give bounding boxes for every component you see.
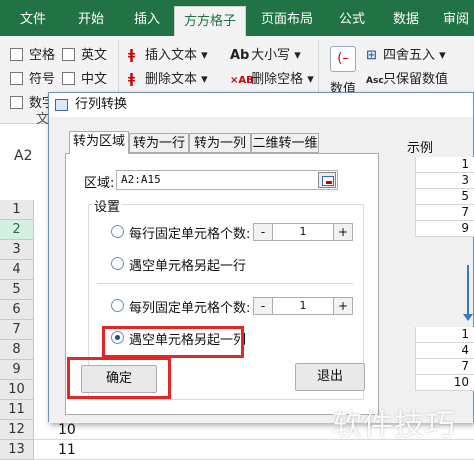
range-select-icon[interactable]	[318, 172, 336, 188]
example-cell: 10	[415, 375, 474, 391]
option-new-row-on-blank-label: 遇空单元格另起一行	[129, 259, 247, 274]
delete-space-icon: ×AB	[230, 75, 254, 86]
dialog-titlebar[interactable]: 行列转换	[49, 93, 473, 117]
cell-value[interactable]: 10	[58, 422, 76, 438]
round-button[interactable]: ⊞ 四舍五入 ▾	[366, 44, 446, 63]
row-header[interactable]: 5	[0, 280, 34, 300]
example-cell: 7	[415, 359, 474, 375]
example-cell: 9	[415, 221, 474, 237]
dialog-body: 转为区域 转为一行 转为一列 二维转一维 区域: A2:A15 设置 每行固定单…	[49, 117, 474, 423]
exit-button[interactable]: 退出	[295, 363, 365, 391]
tab-to-range[interactable]: 转为区域	[69, 131, 129, 154]
tab-review[interactable]: 审阅	[434, 0, 474, 36]
case-button[interactable]: Ab 大小写 ▾	[230, 44, 301, 63]
row-header[interactable]: 6	[0, 300, 34, 320]
tab-home[interactable]: 开始	[66, 0, 116, 36]
tab-fangfang-gezi[interactable]: 方方格子	[174, 6, 246, 36]
dialog-app-icon	[55, 99, 68, 111]
range-label: 区域:	[84, 176, 115, 191]
radio-new-row-on-blank[interactable]	[111, 257, 124, 270]
round-icon: ⊞	[366, 48, 377, 63]
row-column-convert-dialog: 行列转换 转为区域 转为一行 转为一列 二维转一维 区域: A2:A15 设置 …	[48, 92, 474, 423]
checkbox-icon	[62, 48, 75, 61]
tab-to-column[interactable]: 转为一列	[189, 133, 251, 153]
example-cell: 4	[415, 343, 474, 359]
tab-2d-to-1d[interactable]: 二维转一维	[251, 133, 319, 153]
dialog-title: 行列转换	[75, 97, 128, 112]
highlight-box-ok	[67, 357, 171, 399]
row-header[interactable]: 4	[0, 260, 34, 280]
highlight-box-option	[102, 326, 244, 358]
checkbox-icon	[10, 96, 23, 109]
case-icon: Ab	[230, 48, 250, 63]
insert-text-icon: ǂ	[128, 48, 136, 63]
row-header[interactable]: 12	[0, 420, 34, 440]
column-count-increment-button[interactable]: +	[333, 297, 353, 315]
row-header[interactable]: 9	[0, 360, 34, 380]
numeric-icon: (–	[330, 46, 356, 72]
example-cell: 3	[415, 173, 474, 189]
checkbox-icon	[10, 72, 23, 85]
checkbox-space[interactable]: 空格	[10, 44, 55, 63]
settings-divider	[97, 283, 353, 284]
example-cell: 1	[415, 157, 474, 173]
delete-space-button[interactable]: ×AB 删除空格 ▾	[230, 68, 314, 87]
keep-value-icon: Asc	[366, 76, 384, 86]
cell-value[interactable]: 11	[58, 442, 76, 458]
example-label: 示例	[407, 141, 434, 156]
name-box[interactable]: A2	[6, 144, 46, 168]
row-header[interactable]: 3	[0, 240, 34, 260]
row-count-input[interactable]: 1	[273, 223, 333, 241]
tab-page-layout[interactable]: 页面布局	[252, 0, 322, 36]
tab-data[interactable]: 数据	[384, 0, 428, 36]
keep-value-button[interactable]: Asc只保留数值	[366, 68, 448, 87]
row-header[interactable]: 7	[0, 320, 34, 340]
example-source-column: 1 3 5 7 9	[415, 157, 474, 237]
column-count-decrement-button[interactable]: -	[253, 297, 273, 315]
tab-insert[interactable]: 插入	[122, 0, 172, 36]
option-fixed-per-row-label: 每行固定单元格个数:	[129, 227, 251, 242]
checkbox-chinese[interactable]: 中文	[62, 68, 107, 87]
row-header[interactable]: 13	[0, 440, 34, 460]
watermark-text: 软件技巧	[332, 408, 456, 443]
checkbox-english[interactable]: 英文	[62, 44, 107, 63]
tab-formulas[interactable]: 公式	[330, 0, 374, 36]
delete-text-button[interactable]: ǂ 删除文本 ▾	[128, 68, 208, 87]
checkbox-icon	[10, 48, 23, 61]
insert-text-button[interactable]: ǂ 插入文本 ▾	[128, 44, 208, 63]
radio-fixed-per-column[interactable]	[111, 299, 124, 312]
column-count-input[interactable]: 1	[273, 297, 333, 315]
row-header[interactable]: 1	[0, 200, 34, 220]
example-cell: 5	[415, 189, 474, 205]
tab-file[interactable]: 文件	[8, 0, 58, 36]
row-count-decrement-button[interactable]: -	[253, 223, 273, 241]
tab-to-row[interactable]: 转为一行	[129, 133, 189, 153]
row-header-selected[interactable]: 2	[0, 220, 34, 240]
delete-text-icon: ǂ	[128, 72, 136, 87]
example-cell: 1	[415, 327, 474, 343]
down-arrow-icon	[463, 265, 473, 321]
ribbon-tab-bar: 文件 开始 插入 方方格子 页面布局 公式 数据 审阅	[0, 0, 474, 36]
row-header[interactable]: 10	[0, 380, 34, 400]
checkbox-symbol[interactable]: 符号	[10, 68, 55, 87]
row-header[interactable]: 11	[0, 400, 34, 420]
checkbox-icon	[62, 72, 75, 85]
settings-group-label: 设置	[92, 196, 123, 215]
row-header[interactable]: 8	[0, 340, 34, 360]
example-result-column: 1 4 7 10	[415, 327, 474, 391]
radio-fixed-per-row[interactable]	[111, 225, 124, 238]
example-cell: 7	[415, 205, 474, 221]
range-input[interactable]: A2:A15	[116, 170, 338, 190]
option-fixed-per-column-label: 每列固定单元格个数:	[129, 301, 251, 316]
row-count-increment-button[interactable]: +	[333, 223, 353, 241]
